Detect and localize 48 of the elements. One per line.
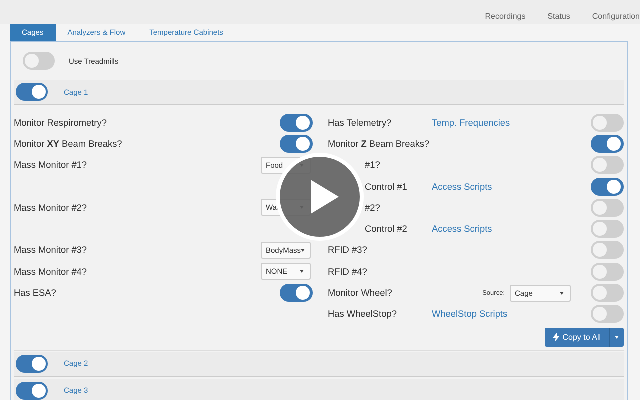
setting-label: RFID #4?: [328, 266, 368, 277]
lightning-icon: [552, 332, 560, 342]
setting-label: Control #2: [364, 224, 408, 234]
setting-label: Mass Monitor #3?: [14, 245, 88, 256]
dropdown-toggle-button[interactable]: [610, 328, 624, 347]
link[interactable]: Access Scripts: [432, 182, 492, 192]
toggle-switch[interactable]: [591, 284, 624, 302]
toggle-switch[interactable]: [591, 178, 624, 196]
nav-link[interactable]: Configuration: [592, 12, 640, 20]
toggle-switch[interactable]: [16, 83, 48, 101]
setting-label: Has Telemetry?: [328, 118, 393, 128]
toggle-switch[interactable]: [591, 241, 624, 260]
setting-label: Monitor Respirometry?: [14, 118, 107, 128]
toggle-switch[interactable]: [23, 52, 55, 70]
toggle-switch[interactable]: [591, 134, 624, 153]
setting-label: Control #1: [364, 182, 408, 192]
setting-label: Monitor Wheel?: [328, 288, 394, 298]
setting-label: Monitor XY Beam Breaks?: [14, 138, 122, 149]
setting-label: Mass Monitor #2?: [14, 202, 88, 213]
toggle-switch[interactable]: [591, 305, 624, 324]
copy-to-all-button[interactable]: Copy to All: [544, 328, 610, 347]
caret-icon: [301, 248, 306, 252]
toggle-switch[interactable]: [591, 262, 624, 281]
play-icon: [309, 180, 339, 214]
toggle-switch[interactable]: [591, 156, 624, 174]
toggle-switch[interactable]: [16, 354, 48, 373]
setting-label: Has WheelStop?: [328, 309, 398, 320]
toggle-switch[interactable]: [591, 114, 624, 132]
setting-label: RFID #3?: [328, 245, 368, 256]
toggle-switch[interactable]: [591, 198, 624, 217]
setting-label: Monitor Z Beam Breaks?: [328, 138, 431, 149]
toggle-switch[interactable]: [280, 284, 313, 302]
setting-label: Mass Monitor #4?: [14, 266, 88, 277]
toggle-switch[interactable]: [591, 220, 624, 238]
setting-label: Has ESA?: [14, 288, 56, 298]
link[interactable]: Temp. Frequencies: [432, 118, 510, 128]
toggle-switch[interactable]: [280, 134, 313, 153]
caret-icon: [560, 292, 564, 295]
caret-icon: [300, 270, 304, 274]
nav-link[interactable]: Status: [548, 12, 570, 20]
setting-label: #2?: [364, 202, 382, 213]
toggle-switch[interactable]: [16, 382, 48, 400]
link[interactable]: WheelStop Scripts: [432, 309, 508, 320]
link[interactable]: Access Scripts: [432, 224, 492, 234]
setting-label: #1?: [364, 160, 382, 170]
nav-link[interactable]: Recordings: [485, 12, 526, 20]
toggle-switch[interactable]: [280, 114, 313, 132]
setting-label: Mass Monitor #1?: [14, 160, 88, 170]
